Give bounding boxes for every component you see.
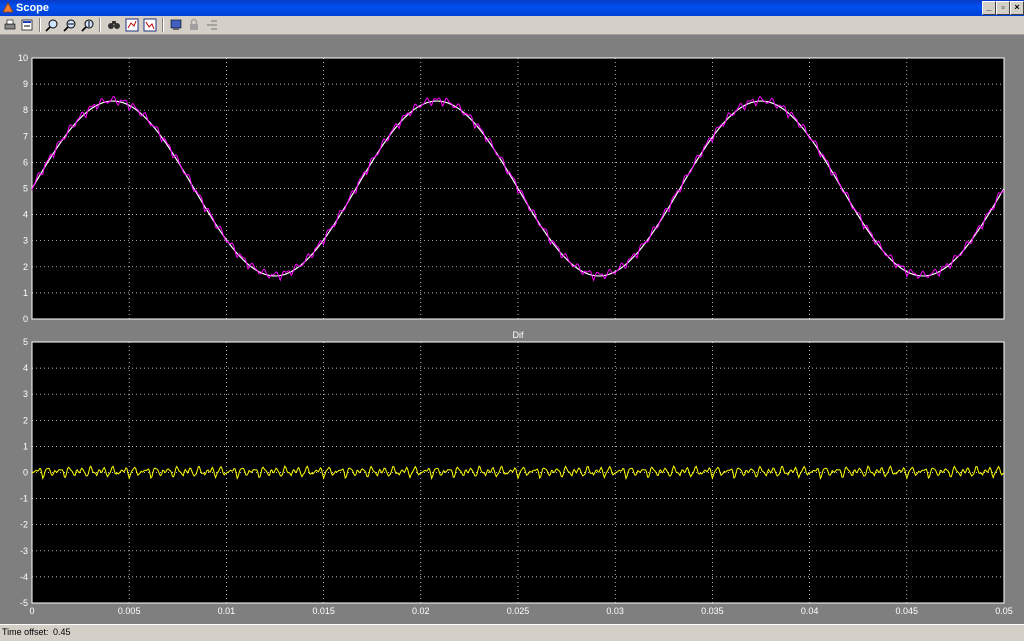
x-tick-label: 0.02 [412, 606, 430, 616]
y-tick-label: 4 [23, 363, 28, 373]
y-tick-label: 9 [23, 79, 28, 89]
x-tick-label: 0.025 [507, 606, 530, 616]
y-tick-label: 2 [23, 262, 28, 272]
y-tick-label: -2 [20, 520, 28, 530]
y-tick-label: 0 [23, 314, 28, 324]
plot-area [31, 341, 1005, 604]
y-tick-label: 1 [23, 288, 28, 298]
y-tick-label: -3 [20, 546, 28, 556]
plot-title: Dif [513, 330, 524, 340]
time-offset-label: Time offset: [2, 627, 49, 637]
y-tick-label: 10 [18, 53, 28, 63]
x-tick-label: 0.045 [896, 606, 919, 616]
y-tick-label: 5 [23, 337, 28, 347]
x-tick-label: 0.035 [701, 606, 724, 616]
x-tick-label: 0.005 [118, 606, 141, 616]
y-tick-label: 3 [23, 389, 28, 399]
x-tick-label: 0.01 [218, 606, 236, 616]
y-tick-label: -4 [20, 572, 28, 582]
y-tick-label: 8 [23, 105, 28, 115]
y-tick-label: 2 [23, 415, 28, 425]
x-tick-label: 0.04 [801, 606, 819, 616]
y-tick-label: 3 [23, 236, 28, 246]
y-tick-label: 4 [23, 210, 28, 220]
time-offset-value: 0.45 [53, 627, 71, 637]
x-tick-label: 0.015 [312, 606, 335, 616]
y-tick-label: 6 [23, 157, 28, 167]
y-tick-label: 7 [23, 131, 28, 141]
status-bar: Time offset: 0.45 [0, 624, 1024, 641]
y-tick-label: -1 [20, 494, 28, 504]
y-tick-label: 1 [23, 441, 28, 451]
y-tick-label: 5 [23, 184, 28, 194]
x-tick-label: 0.05 [995, 606, 1013, 616]
y-tick-label: 0 [23, 468, 28, 478]
x-tick-label: 0.03 [606, 606, 624, 616]
scope-plots: 0 1 2 3 4 5 6 7 8 9 10 -5 -4 -3 -2 -1 0 1 2 3 4 5 0 0.005 0.01 0.… [18, 53, 1013, 616]
x-tick-label: 0 [29, 606, 34, 616]
y-tick-label: -5 [20, 598, 28, 608]
